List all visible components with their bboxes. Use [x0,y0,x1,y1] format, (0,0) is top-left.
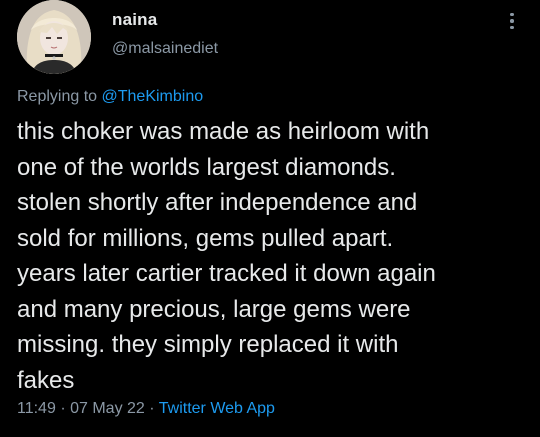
more-dot [510,25,514,30]
tweet-meta: 11:49 · 07 May 22 · Twitter Web App [17,400,275,418]
display-name[interactable]: naina [112,10,157,30]
tweet-text-line: and many precious, large gems were [17,295,411,323]
tweet-time[interactable]: 11:49 [17,400,56,417]
tweet-text-line: missing. they simply replaced it with [17,331,399,358]
meta-separator: · [149,400,155,417]
avatar[interactable] [17,0,91,74]
tweet-text-line: one of the worlds largest diamonds. [17,153,396,181]
tweet-source-link[interactable]: Twitter Web App [159,400,275,417]
more-dot [510,12,514,17]
user-handle[interactable]: @malsainediet [112,40,218,58]
more-dot [510,19,514,23]
tweet-text-line: this choker was made as heirloom with [17,118,430,145]
more-icon[interactable] [500,8,524,34]
avatar-image-icon [17,0,91,74]
tweet-text-line: sold for millions, gems pulled apart. [17,224,394,252]
tweet-text: this choker was made as heirloom with on… [17,114,532,398]
meta-separator: · [60,400,66,417]
reply-mention-link[interactable]: @TheKimbino [102,88,204,105]
replying-to: Replying to @TheKimbino [17,88,203,106]
tweet-text-line: fakes [17,366,75,394]
replying-to-label: Replying to [17,88,98,105]
tweet-text-line: years later cartier tracked it down agai… [17,260,436,287]
tweet: naina @malsainediet Replying to @TheKimb… [0,0,540,437]
tweet-date[interactable]: 07 May 22 [70,400,145,417]
tweet-text-line: stolen shortly after independence and [17,189,418,216]
